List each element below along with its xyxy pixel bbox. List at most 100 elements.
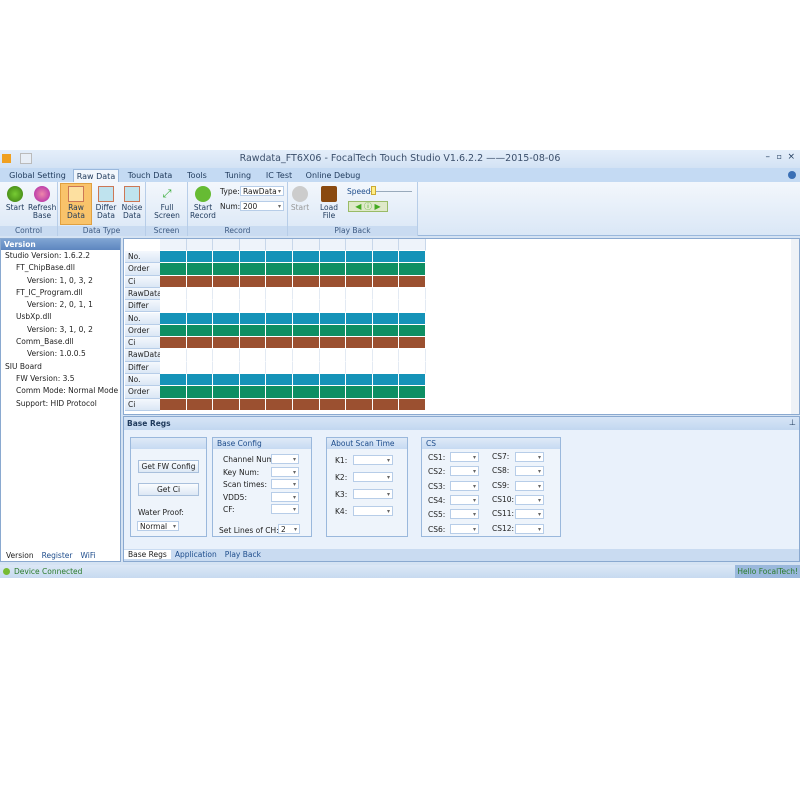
grid-cell[interactable] (239, 312, 267, 325)
cs-select[interactable] (515, 452, 544, 462)
set-lines-select[interactable]: 2 (278, 524, 300, 534)
grid-cell[interactable] (186, 300, 214, 313)
grid-cell[interactable] (160, 251, 187, 264)
grid-cell[interactable] (319, 361, 347, 374)
grid-cell[interactable] (186, 324, 214, 338)
grid-cell[interactable] (293, 275, 320, 288)
grid-cell[interactable] (160, 263, 187, 276)
grid-cell[interactable] (213, 398, 240, 411)
grid-cell[interactable] (346, 287, 373, 301)
grid-cell[interactable] (213, 312, 240, 325)
cs-select[interactable] (515, 509, 544, 520)
grid-cell[interactable] (346, 300, 373, 313)
cs-select[interactable] (450, 509, 479, 520)
pin-icon[interactable]: ⊥ (789, 418, 796, 427)
grid-cell[interactable] (293, 312, 320, 325)
grid-cell[interactable] (186, 361, 214, 374)
grid-cell[interactable] (372, 300, 400, 313)
grid-cell[interactable] (372, 251, 400, 264)
tree-item[interactable]: Comm Mode: Normal Mode (1, 385, 120, 397)
grid-cell[interactable] (293, 251, 320, 264)
grid-cell[interactable] (160, 300, 187, 313)
grid-cell[interactable] (293, 324, 320, 338)
grid-cell[interactable] (213, 251, 240, 264)
grid-cell[interactable] (160, 324, 187, 338)
grid-cell[interactable] (160, 337, 187, 350)
grid-cell[interactable] (372, 398, 400, 411)
grid-cell[interactable] (213, 287, 240, 301)
noise-data-button[interactable]: Noise Data (120, 186, 144, 220)
grid-cell[interactable] (319, 349, 347, 362)
tree-item[interactable]: SIU Board (1, 361, 120, 373)
grid-cell[interactable] (266, 349, 293, 362)
grid-cell[interactable] (319, 337, 347, 350)
playback-step-controls[interactable]: ◀ ⓘ ▶ (348, 201, 388, 212)
tab-wifi[interactable]: WiFi (76, 551, 99, 560)
tab-version[interactable]: Version (2, 551, 38, 560)
grid-cell[interactable] (160, 361, 187, 374)
grid-cell[interactable] (160, 374, 187, 387)
grid-cell[interactable] (213, 361, 240, 374)
tab-register[interactable]: Register (38, 551, 77, 560)
refresh-base-button[interactable]: Refresh Base (28, 186, 56, 220)
grid-cell[interactable] (399, 300, 426, 313)
grid-cell[interactable] (399, 312, 426, 325)
grid-cell[interactable] (293, 263, 320, 276)
tree-item[interactable]: FW Version: 3.5 (1, 373, 120, 385)
scrollbar[interactable] (791, 239, 799, 414)
tab-online-debug[interactable]: Online Debug (305, 169, 361, 182)
tree-item[interactable]: Support: HID Protocol (1, 398, 120, 410)
grid-cell[interactable] (239, 251, 267, 264)
tree-item[interactable]: Comm_Base.dll (1, 336, 120, 348)
grid-cell[interactable] (293, 337, 320, 350)
get-ci-button[interactable]: Get Ci (138, 483, 199, 496)
get-fw-config-button[interactable]: Get FW Config (138, 460, 199, 473)
grid-cell[interactable] (266, 287, 293, 301)
tab-global-setting[interactable]: Global Setting (5, 169, 70, 182)
grid-cell[interactable] (239, 287, 267, 301)
tab-tuning[interactable]: Tuning (222, 169, 254, 182)
grid-cell[interactable] (346, 263, 373, 276)
grid-cell[interactable] (293, 349, 320, 362)
grid-cell[interactable] (319, 312, 347, 325)
tab-application[interactable]: Application (171, 550, 221, 559)
grid-cell[interactable] (239, 398, 267, 411)
cs-select[interactable] (515, 494, 544, 505)
grid-cell[interactable] (319, 263, 347, 276)
grid-cell[interactable] (186, 337, 214, 350)
grid-cell[interactable] (266, 398, 293, 411)
grid-cell[interactable] (239, 275, 267, 288)
grid-cell[interactable] (239, 361, 267, 374)
start-button[interactable]: Start (4, 186, 26, 212)
field-select[interactable] (271, 454, 299, 464)
raw-data-button[interactable]: Raw Data (60, 183, 92, 225)
grid-cell[interactable] (293, 300, 320, 313)
cs-select[interactable] (450, 494, 479, 505)
grid-cell[interactable] (186, 251, 214, 264)
speed-slider-thumb[interactable] (371, 186, 376, 195)
tab-ic-test[interactable]: IC Test (262, 169, 296, 182)
help-icon[interactable] (788, 171, 796, 179)
grid-cell[interactable] (319, 275, 347, 288)
grid-cell[interactable] (399, 349, 426, 362)
grid-cell[interactable] (319, 287, 347, 301)
grid-cell[interactable] (346, 398, 373, 411)
grid-cell[interactable] (372, 349, 400, 362)
differ-data-button[interactable]: Differ Data (94, 186, 118, 220)
grid-cell[interactable] (372, 337, 400, 350)
grid-cell[interactable] (160, 398, 187, 411)
grid-cell[interactable] (346, 312, 373, 325)
grid-cell[interactable] (213, 349, 240, 362)
tree-item[interactable]: Version: 2, 0, 1, 1 (1, 299, 120, 311)
grid-cell[interactable] (372, 374, 400, 387)
field-select[interactable] (271, 479, 299, 489)
minimize-button[interactable]: – (766, 152, 771, 162)
cs-select[interactable] (515, 466, 544, 477)
grid-cell[interactable] (372, 275, 400, 288)
tree-item[interactable]: Version: 1, 0, 3, 2 (1, 275, 120, 287)
cs-select[interactable] (450, 466, 479, 477)
grid-cell[interactable] (346, 251, 373, 264)
grid-cell[interactable] (239, 374, 267, 387)
grid-cell[interactable] (319, 324, 347, 338)
grid-cell[interactable] (266, 263, 293, 276)
